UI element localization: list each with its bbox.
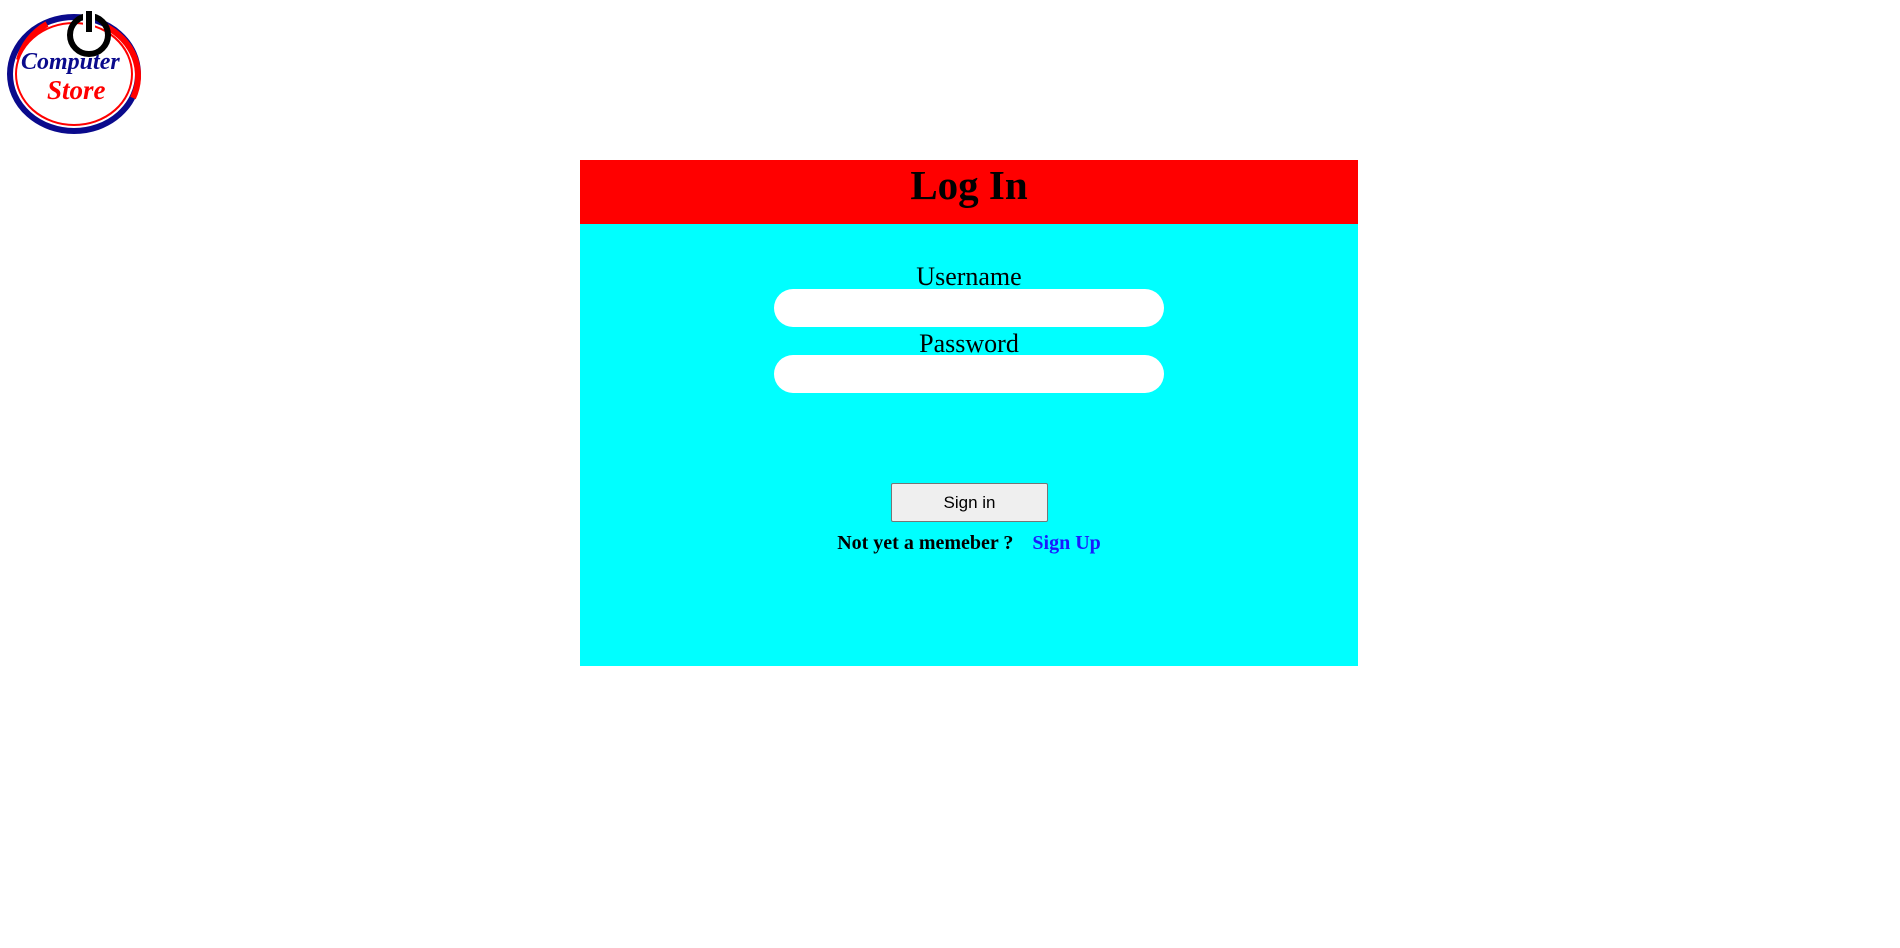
logo-text-line2: Store bbox=[47, 75, 106, 105]
signup-prompt: Not yet a memeber ? bbox=[837, 532, 1014, 554]
login-header: Log In bbox=[580, 160, 1358, 224]
sign-up-link[interactable]: Sign Up bbox=[1032, 532, 1100, 554]
page-title: Log In bbox=[910, 162, 1028, 208]
username-label: Username bbox=[916, 262, 1022, 291]
computer-store-logo: Computer Store bbox=[7, 8, 143, 136]
username-input[interactable] bbox=[774, 289, 1164, 327]
signup-row: Not yet a memeber ? Sign Up bbox=[580, 530, 1358, 556]
sign-in-button[interactable]: Sign in bbox=[891, 483, 1048, 522]
login-panel: Log In Username Password Sign in Not yet… bbox=[580, 160, 1358, 666]
logo-graphic: Computer Store bbox=[7, 10, 142, 134]
logo-text-line1: Computer bbox=[21, 49, 120, 75]
password-input[interactable] bbox=[774, 355, 1164, 393]
